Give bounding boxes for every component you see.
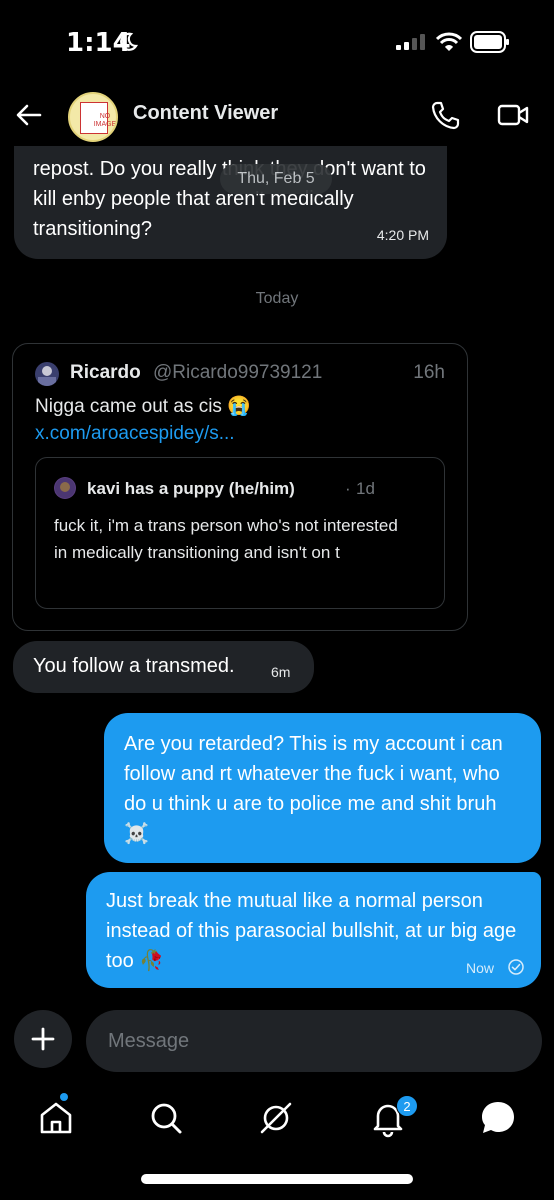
quoted-text: fuck it, i'm a trans person who's not in…: [54, 516, 398, 562]
post-link[interactable]: x.com/aroacespidey/s...: [35, 423, 235, 444]
message-time: 6m: [271, 664, 291, 680]
composer: [0, 1008, 554, 1074]
avatar-placeholder: NO IMAGE: [80, 102, 116, 134]
quoted-author-avatar: [54, 477, 76, 499]
message-list[interactable]: repost. Do you really think they don't w…: [0, 146, 554, 1002]
status-bar: 1:14: [0, 0, 554, 86]
page-title[interactable]: Content Viewer: [133, 102, 278, 125]
message-text: Are you retarded? This is my account i c…: [124, 733, 503, 845]
sent-check-icon: [508, 959, 524, 975]
messages-icon[interactable]: [478, 1098, 518, 1138]
incoming-message[interactable]: repost. Do you really think they don't w…: [14, 146, 447, 259]
add-button[interactable]: [14, 1010, 72, 1068]
home-unread-dot: [60, 1093, 68, 1101]
avatar-text: NO IMAGE: [93, 113, 117, 128]
signal-icon: [396, 34, 425, 50]
shared-post-card[interactable]: Ricardo @Ricardo99739121 16h Nigga came …: [12, 343, 468, 631]
conversation-header: NO IMAGE Content Viewer: [0, 86, 554, 146]
message-text: You follow a transmed.: [33, 655, 235, 677]
post-author-avatar[interactable]: [35, 362, 59, 386]
quoted-separator: ·: [345, 479, 351, 498]
outgoing-message[interactable]: Just break the mutual like a normal pers…: [86, 872, 541, 988]
home-icon[interactable]: [36, 1098, 76, 1138]
post-body: Nigga came out as cis 😭 x.com/aroacespid…: [35, 393, 445, 447]
quoted-age: 1d: [356, 479, 375, 498]
quoted-post[interactable]: kavi has a puppy (he/him) · 1d fuck it, …: [35, 457, 445, 609]
date-chip: Thu, Feb 5: [220, 164, 332, 194]
post-age: 16h: [413, 362, 445, 383]
post-author-handle: @Ricardo99739121: [153, 362, 323, 383]
plus-icon: [31, 1027, 55, 1051]
day-separator: Today: [255, 290, 299, 307]
message-time: 4:20 PM: [376, 227, 429, 243]
post-text: Nigga came out as cis 😭: [35, 396, 251, 417]
back-arrow-icon[interactable]: [14, 100, 44, 130]
notifications-badge: 2: [396, 1095, 418, 1117]
incoming-message[interactable]: You follow a transmed. 6m: [13, 641, 314, 693]
search-icon[interactable]: [146, 1098, 186, 1138]
message-input[interactable]: [86, 1010, 542, 1072]
message-time: Now: [466, 960, 495, 976]
wifi-icon: [436, 32, 462, 51]
bottom-nav: [0, 1090, 554, 1150]
battery-icon: [470, 31, 509, 53]
outgoing-message[interactable]: Are you retarded? This is my account i c…: [104, 713, 541, 863]
home-indicator[interactable]: [141, 1174, 413, 1184]
moon-icon: [120, 32, 138, 51]
post-author-name[interactable]: Ricardo: [70, 362, 141, 384]
phone-icon[interactable]: [430, 100, 460, 130]
grok-icon[interactable]: [256, 1098, 296, 1138]
avatar[interactable]: NO IMAGE: [68, 92, 118, 142]
quoted-author-name: kavi has a puppy (he/him): [87, 479, 295, 498]
video-icon[interactable]: [497, 101, 529, 129]
